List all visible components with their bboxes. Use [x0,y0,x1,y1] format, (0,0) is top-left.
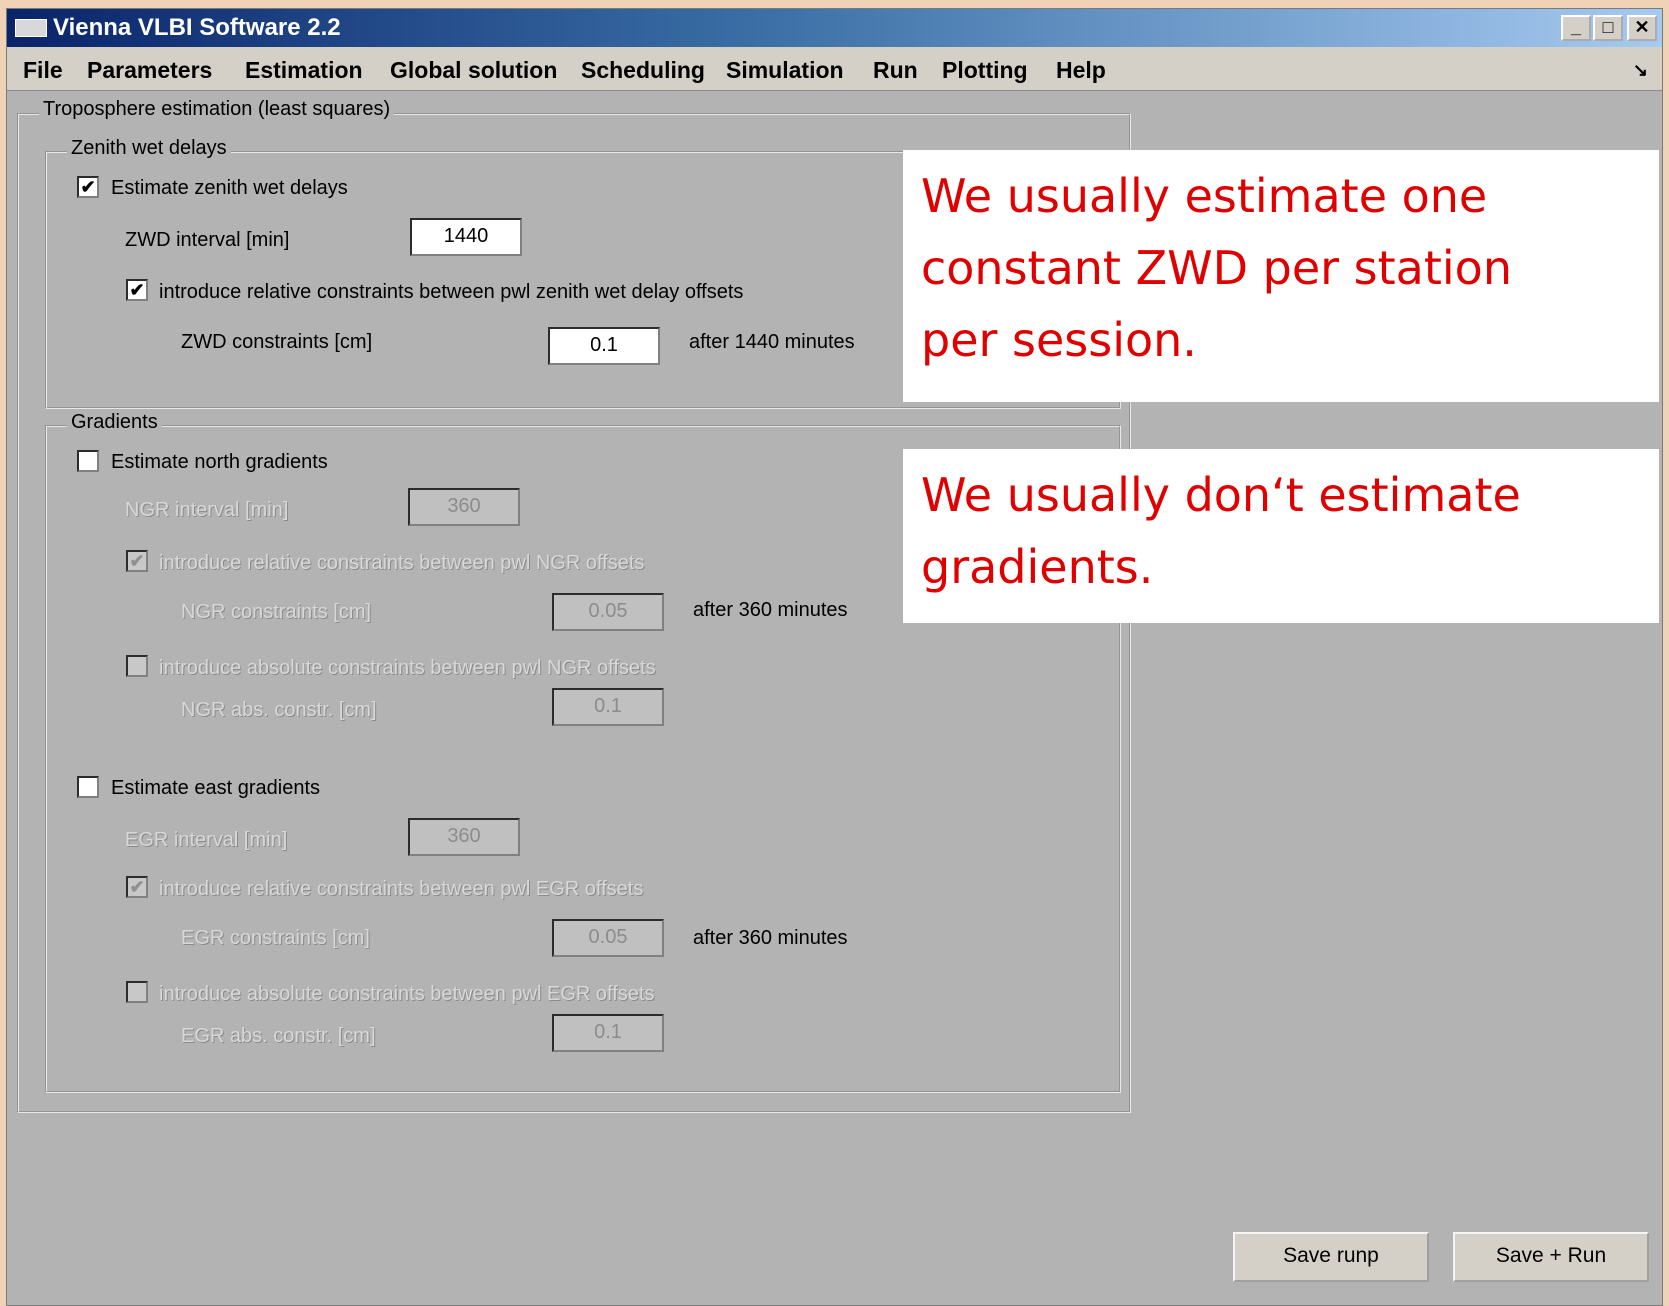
east-gradients-checkbox[interactable] [77,776,99,798]
ngr-relative-checkbox[interactable]: ✔ [126,550,148,572]
zwd-interval-label: ZWD interval [min] [125,229,290,251]
menu-help[interactable]: Help [1056,47,1106,91]
zwd-group-title: Zenith wet delays [67,137,231,160]
callout-gradients-line-1: We usually don‘t estimate [921,468,1521,522]
egr-abs-constr-label: EGR abs. constr. [cm] [181,1025,376,1047]
callout-zwd-line-1: We usually estimate one [921,169,1488,223]
north-gradients-checkbox[interactable] [77,450,99,472]
egr-constraints-after: after 360 minutes [693,927,848,949]
menu-run[interactable]: Run [873,47,918,91]
zwd-relative-checkbox[interactable]: ✔ [126,279,148,301]
menu-global-solution[interactable]: Global solution [390,47,557,91]
ngr-absolute-checkbox[interactable] [126,655,148,677]
callout-gradients: We usually don‘t estimate gradients. [903,449,1659,623]
zwd-constraints-input[interactable]: 0.1 [548,327,660,365]
troposphere-group-title: Troposphere estimation (least squares) [39,98,395,121]
ngr-absolute-label: introduce absolute constraints between p… [159,657,656,679]
egr-abs-constr-input[interactable]: 0.1 [552,1014,664,1052]
menu-plotting[interactable]: Plotting [942,47,1028,91]
ngr-constraints-after: after 360 minutes [693,599,848,621]
menu-simulation[interactable]: Simulation [726,47,844,91]
egr-relative-label: introduce relative constraints between p… [159,878,644,900]
menu-file[interactable]: File [23,47,63,91]
ngr-relative-label: introduce relative constraints between p… [159,552,645,574]
egr-constraints-label: EGR constraints [cm] [181,927,370,949]
zwd-relative-label: introduce relative constraints between p… [159,281,744,303]
gradients-group-title: Gradients [67,411,162,434]
ngr-constraints-label: NGR constraints [cm] [181,601,372,623]
save-run-button[interactable]: Save + Run [1453,1232,1649,1282]
east-gradients-label: Estimate east gradients [111,777,320,799]
zwd-constraints-label: ZWD constraints [cm] [181,331,373,353]
north-gradients-label: Estimate north gradients [111,451,328,473]
zwd-estimate-label: Estimate zenith wet delays [111,177,348,199]
title-bar[interactable]: Vienna VLBI Software 2.2 _ □ ✕ [7,9,1662,47]
app-icon [15,19,47,37]
egr-constraints-input[interactable]: 0.05 [552,919,664,957]
menu-scheduling[interactable]: Scheduling [581,47,705,91]
ngr-interval-input[interactable]: 360 [408,488,520,526]
main-window: Vienna VLBI Software 2.2 _ □ ✕ File Para… [6,8,1663,1306]
callout-zwd-line-2: constant ZWD per station [921,241,1512,295]
egr-relative-checkbox[interactable]: ✔ [126,876,148,898]
callout-zwd-line-3: per session. [921,313,1197,367]
ngr-abs-constr-label: NGR abs. constr. [cm] [181,699,377,721]
ngr-interval-label: NGR interval [min] [125,499,289,521]
ngr-abs-constr-input[interactable]: 0.1 [552,688,664,726]
zwd-constraints-after: after 1440 minutes [689,331,855,353]
egr-absolute-label: introduce absolute constraints between p… [159,983,655,1005]
egr-interval-label: EGR interval [min] [125,829,288,851]
window-title: Vienna VLBI Software 2.2 [53,14,341,41]
callout-gradients-line-2: gradients. [921,540,1154,594]
close-button[interactable]: ✕ [1627,15,1657,41]
menu-estimation[interactable]: Estimation [245,47,363,91]
ngr-constraints-input[interactable]: 0.05 [552,593,664,631]
minimize-button[interactable]: _ [1561,15,1591,41]
menu-corner-icon: ↘ [1632,60,1648,80]
zwd-estimate-checkbox[interactable]: ✔ [77,176,99,198]
menu-parameters[interactable]: Parameters [87,47,212,91]
callout-zwd: We usually estimate one constant ZWD per… [903,150,1659,402]
egr-absolute-checkbox[interactable] [126,981,148,1003]
zwd-interval-input[interactable]: 1440 [410,218,522,256]
menu-bar: File Parameters Estimation Global soluti… [7,47,1662,91]
egr-interval-input[interactable]: 360 [408,818,520,856]
maximize-button[interactable]: □ [1593,15,1623,41]
save-runp-button[interactable]: Save runp [1233,1232,1429,1282]
